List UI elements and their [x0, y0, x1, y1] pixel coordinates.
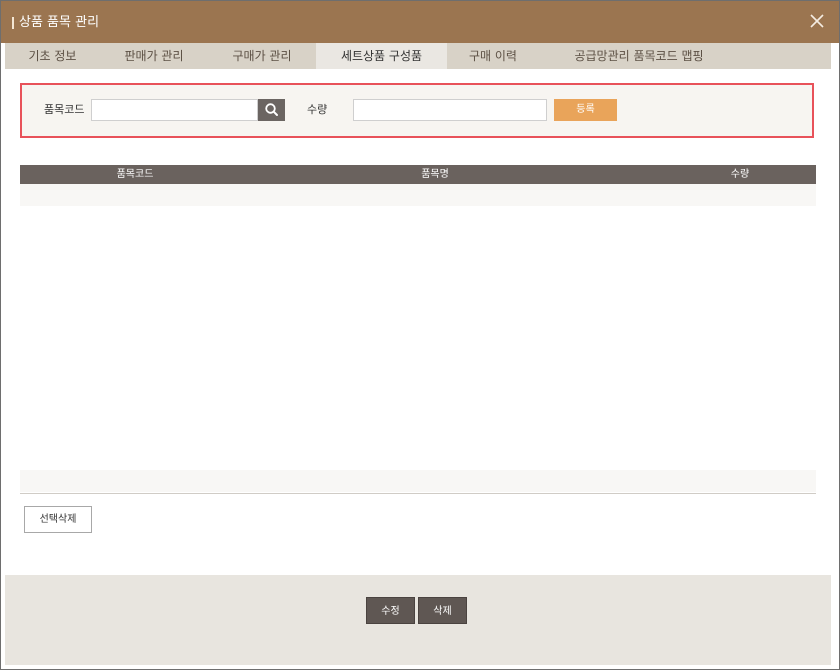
tab-sales-price[interactable]: 판매가 관리: [100, 43, 208, 69]
close-icon: [810, 14, 824, 28]
register-button[interactable]: 등록: [554, 99, 617, 121]
grid-bottom-border: [20, 493, 816, 494]
tab-content: 품목코드 수량 등록 품목코드 품목명 수량 선택삭제: [5, 69, 831, 575]
dialog-title: 상품 품목 관리: [19, 15, 100, 30]
title-bar: 상품 품목 관리: [1, 1, 839, 43]
registration-form: 품목코드 수량 등록: [20, 83, 814, 138]
edit-button[interactable]: 수정: [366, 597, 415, 624]
quantity-input[interactable]: [353, 99, 547, 121]
product-item-dialog: 상품 품목 관리 기초 정보 판매가 관리 구매가 관리 세트상품 구성품 구매…: [0, 0, 840, 670]
tab-purchase-history[interactable]: 구매 이력: [447, 43, 539, 69]
tab-purchase-price[interactable]: 구매가 관리: [208, 43, 316, 69]
column-quantity[interactable]: 수량: [700, 165, 780, 184]
quantity-label: 수량: [307, 103, 328, 116]
grid-row-stripe: [20, 184, 816, 206]
close-button[interactable]: [807, 11, 827, 31]
dialog-footer: 수정 삭제: [5, 575, 831, 665]
item-code-label: 품목코드: [44, 103, 85, 116]
tab-bar: 기초 정보 판매가 관리 구매가 관리 세트상품 구성품 구매 이력 공급망관리…: [5, 43, 831, 69]
search-icon: [265, 103, 278, 116]
grid-header: 품목코드 품목명 수량: [20, 165, 816, 184]
grid-row-stripe: [20, 470, 816, 492]
title-marker: [12, 17, 14, 29]
search-button[interactable]: [258, 99, 285, 121]
tab-set-components[interactable]: 세트상품 구성품: [316, 43, 447, 69]
item-code-input[interactable]: [91, 99, 258, 121]
tab-basic-info[interactable]: 기초 정보: [5, 43, 100, 69]
tab-scm-code-mapping[interactable]: 공급망관리 품목코드 맵핑: [539, 43, 739, 69]
column-item-code[interactable]: 품목코드: [80, 165, 190, 184]
delete-button[interactable]: 삭제: [418, 597, 467, 624]
select-delete-button[interactable]: 선택삭제: [24, 506, 92, 533]
column-item-name[interactable]: 품목명: [350, 165, 520, 184]
